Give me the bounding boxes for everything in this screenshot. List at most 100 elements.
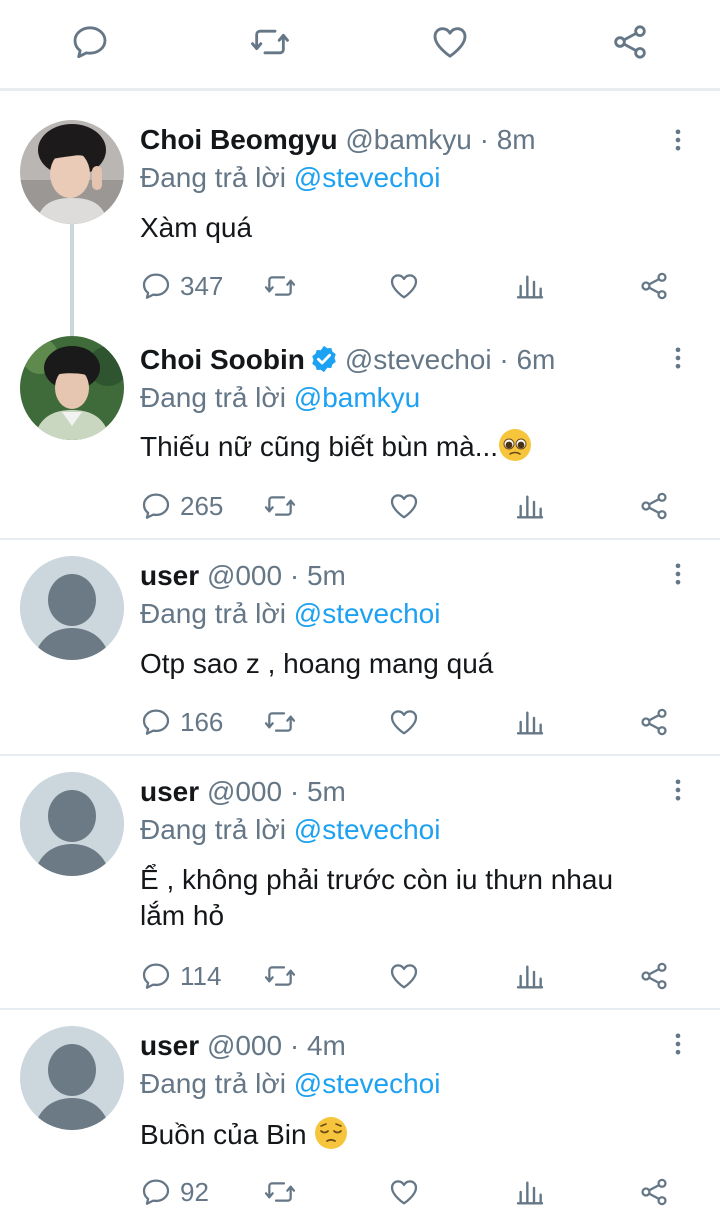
tweet-text-row: Thiếu nữ cũng biết bùn mà... bbox=[140, 428, 690, 465]
like-icon[interactable] bbox=[430, 22, 470, 62]
reply-context: Đang trả lời @stevechoi bbox=[140, 160, 440, 196]
comment-icon[interactable] bbox=[140, 706, 172, 738]
mention-link[interactable]: @bamkyu bbox=[294, 382, 420, 413]
reply-count: 166 bbox=[180, 707, 224, 737]
reply-prefix: Đang trả lời bbox=[140, 382, 286, 413]
share-icon[interactable] bbox=[638, 270, 670, 302]
mention-link[interactable]: @stevechoi bbox=[294, 162, 441, 193]
username[interactable]: @000 bbox=[207, 1030, 282, 1061]
reply-prefix: Đang trả lời bbox=[140, 162, 286, 193]
more-vertical-icon[interactable] bbox=[664, 1028, 692, 1060]
reply-context: Đang trả lời @stevechoi bbox=[140, 1066, 440, 1102]
comment-icon[interactable] bbox=[140, 270, 172, 302]
divider bbox=[0, 754, 720, 756]
avatar[interactable] bbox=[20, 336, 124, 440]
more-vertical-icon[interactable] bbox=[664, 774, 692, 806]
retweet-icon[interactable] bbox=[250, 22, 290, 62]
avatar[interactable] bbox=[20, 120, 124, 224]
heart-icon[interactable] bbox=[388, 1176, 420, 1208]
reply-count: 347 bbox=[180, 271, 224, 301]
more-vertical-icon[interactable] bbox=[664, 124, 692, 156]
comment-icon[interactable] bbox=[140, 960, 172, 992]
analytics-icon[interactable] bbox=[514, 1176, 546, 1208]
username[interactable]: @bamkyu bbox=[345, 124, 471, 155]
retweet-icon[interactable] bbox=[264, 960, 296, 992]
username[interactable]: @000 bbox=[207, 560, 282, 591]
display-name[interactable]: user bbox=[140, 776, 199, 807]
display-name[interactable]: user bbox=[140, 1030, 199, 1061]
share-icon[interactable] bbox=[610, 22, 650, 62]
comment-icon[interactable] bbox=[140, 490, 172, 522]
tweet-actions: 347 bbox=[140, 266, 700, 306]
tweet-text-row: Buồn của Bin bbox=[140, 1116, 690, 1153]
tweet-text-line: Ể , không phải trước còn iu thưn nhau bbox=[140, 864, 614, 895]
pleading-face-emoji-icon bbox=[498, 428, 532, 462]
reply-count: 114 bbox=[180, 961, 222, 991]
comment-icon[interactable] bbox=[140, 1176, 172, 1208]
tweet-actions: 92 bbox=[140, 1172, 700, 1212]
reply-prefix: Đang trả lời bbox=[140, 814, 286, 845]
timestamp[interactable]: · 5m bbox=[290, 776, 346, 807]
share-icon[interactable] bbox=[638, 1176, 670, 1208]
analytics-icon[interactable] bbox=[514, 490, 546, 522]
tweet-header: user @000 · 5m bbox=[140, 558, 346, 594]
reply-context: Đang trả lời @bamkyu bbox=[140, 380, 420, 416]
mention-link[interactable]: @stevechoi bbox=[294, 814, 441, 845]
timestamp[interactable]: · 8m bbox=[480, 124, 536, 155]
display-name[interactable]: user bbox=[140, 560, 199, 591]
reply-prefix: Đang trả lời bbox=[140, 598, 286, 629]
share-icon[interactable] bbox=[638, 490, 670, 522]
timestamp[interactable]: · 6m bbox=[499, 344, 555, 375]
thread-connector bbox=[70, 224, 74, 336]
divider bbox=[0, 538, 720, 540]
share-icon[interactable] bbox=[638, 960, 670, 992]
default-avatar-icon[interactable] bbox=[20, 1026, 124, 1130]
heart-icon[interactable] bbox=[388, 490, 420, 522]
more-vertical-icon[interactable] bbox=[664, 342, 692, 374]
reply-count: 92 bbox=[180, 1177, 209, 1207]
retweet-icon[interactable] bbox=[264, 1176, 296, 1208]
tweet-text: Otp sao z , hoang mang quá bbox=[140, 648, 494, 679]
tweet-header: user @000 · 4m bbox=[140, 1028, 346, 1064]
timestamp[interactable]: · 5m bbox=[290, 560, 346, 591]
divider bbox=[0, 1008, 720, 1010]
heart-icon[interactable] bbox=[388, 270, 420, 302]
reply-prefix: Đang trả lời bbox=[140, 1068, 286, 1099]
retweet-icon[interactable] bbox=[264, 270, 296, 302]
analytics-icon[interactable] bbox=[514, 706, 546, 738]
mention-link[interactable]: @stevechoi bbox=[294, 598, 441, 629]
analytics-icon[interactable] bbox=[514, 960, 546, 992]
pensive-face-emoji-icon bbox=[314, 1116, 348, 1150]
timestamp[interactable]: · 4m bbox=[290, 1030, 346, 1061]
tweet-text: Thiếu nữ cũng biết bùn mà... bbox=[140, 431, 499, 462]
more-vertical-icon[interactable] bbox=[664, 558, 692, 590]
verified-badge-icon bbox=[309, 344, 339, 374]
retweet-icon[interactable] bbox=[264, 706, 296, 738]
retweet-icon[interactable] bbox=[264, 490, 296, 522]
heart-icon[interactable] bbox=[388, 960, 420, 992]
reply-icon[interactable] bbox=[70, 22, 110, 62]
share-icon[interactable] bbox=[638, 706, 670, 738]
tweet-text-line: lắm hỏ bbox=[140, 900, 225, 931]
heart-icon[interactable] bbox=[388, 706, 420, 738]
tweet-actions: 114 bbox=[140, 956, 700, 996]
reply-count: 265 bbox=[180, 491, 224, 521]
mention-link[interactable]: @stevechoi bbox=[294, 1068, 441, 1099]
display-name[interactable]: Choi Soobin bbox=[140, 344, 305, 375]
tweet-text: Ể , không phải trước còn iu thưn nhau lắ… bbox=[140, 862, 690, 934]
tweet-actions: 265 bbox=[140, 486, 700, 526]
default-avatar-icon[interactable] bbox=[20, 556, 124, 660]
display-name[interactable]: Choi Beomgyu bbox=[140, 124, 338, 155]
tweet-header: user @000 · 5m bbox=[140, 774, 346, 810]
username[interactable]: @stevechoi bbox=[345, 344, 492, 375]
default-avatar-icon[interactable] bbox=[20, 772, 124, 876]
tweet-action-bar bbox=[0, 0, 720, 91]
tweet-actions: 166 bbox=[140, 702, 700, 742]
analytics-icon[interactable] bbox=[514, 270, 546, 302]
tweet-text: Xàm quá bbox=[140, 212, 253, 243]
reply-context: Đang trả lời @stevechoi bbox=[140, 812, 440, 848]
username[interactable]: @000 bbox=[207, 776, 282, 807]
reply-context: Đang trả lời @stevechoi bbox=[140, 596, 440, 632]
tweet-header: Choi Soobin @stevechoi · 6m bbox=[140, 342, 555, 378]
tweet-text: Buồn của Bin bbox=[140, 1119, 307, 1150]
